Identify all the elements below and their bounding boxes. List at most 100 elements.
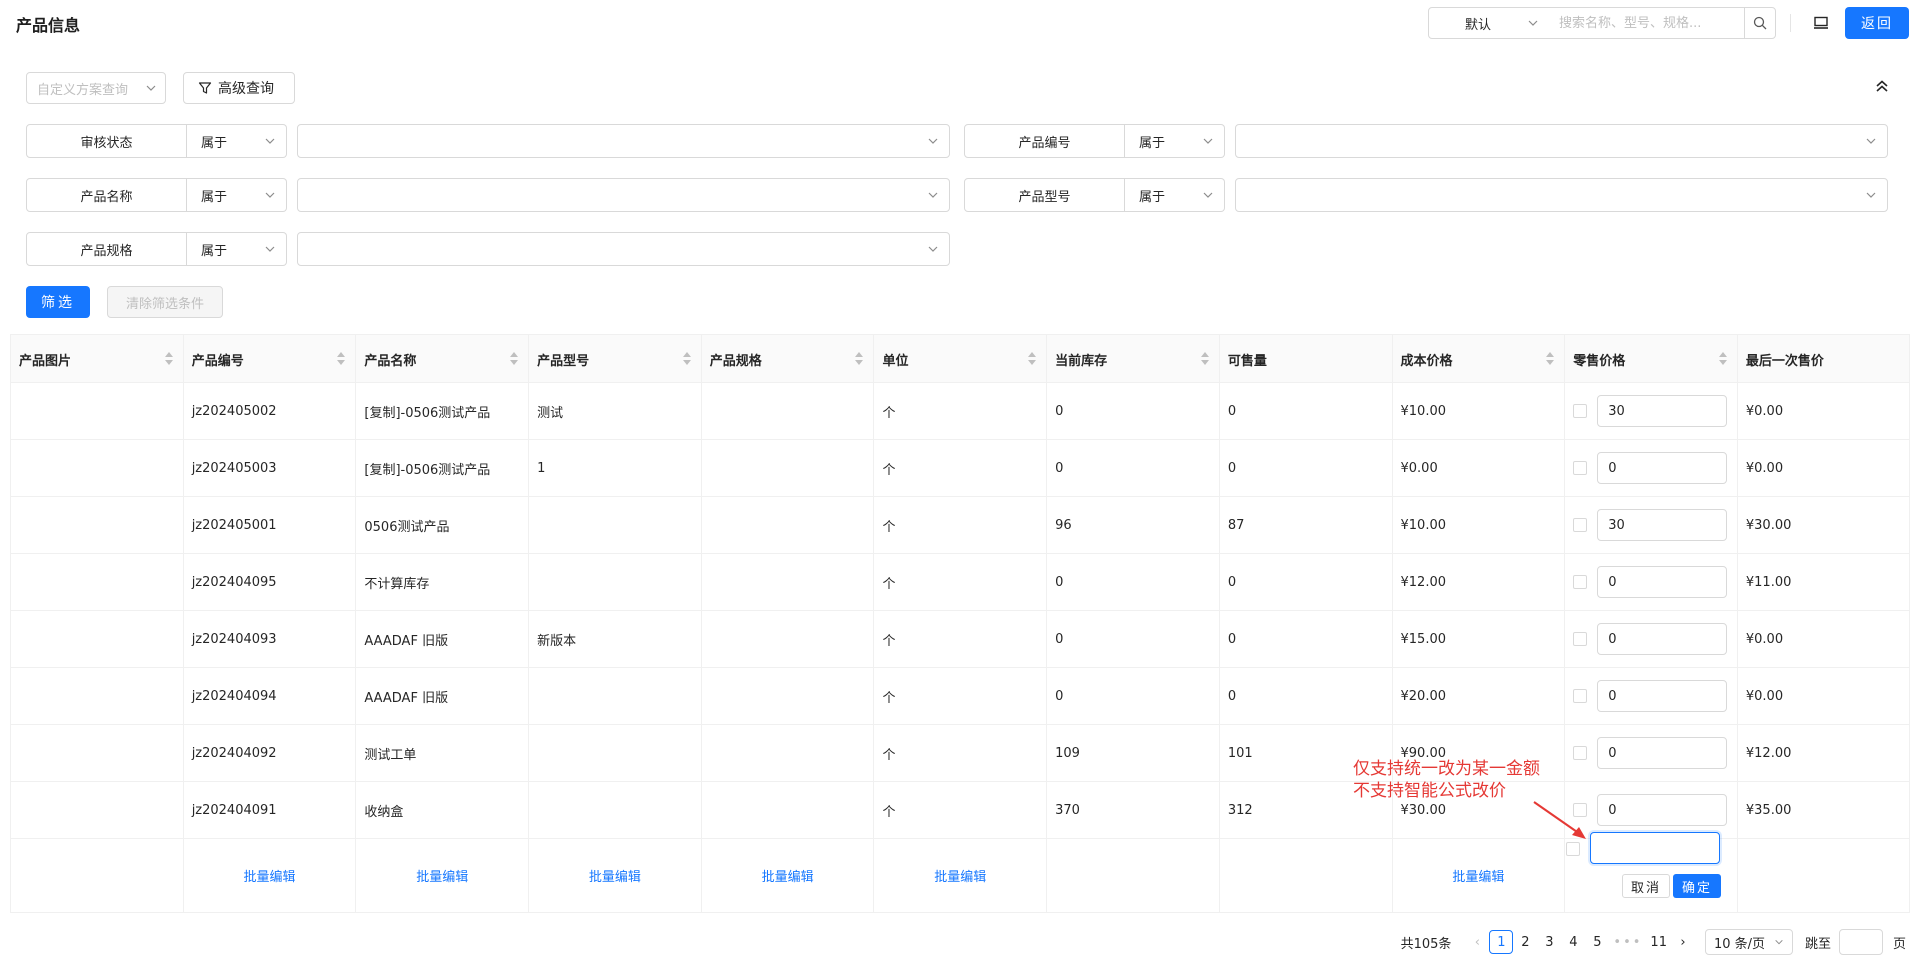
cell-retail	[1565, 611, 1738, 667]
sort-icon[interactable]	[855, 352, 864, 366]
column-header-unit[interactable]: 单位	[874, 335, 1048, 383]
page-item[interactable]: 11	[1646, 930, 1671, 954]
scheme-select[interactable]: 自定义方案查询	[26, 72, 166, 104]
filter-operator-select[interactable]: 属于	[1125, 178, 1225, 212]
retail-price-input[interactable]	[1597, 395, 1728, 427]
retail-price-input[interactable]	[1597, 794, 1728, 826]
back-button[interactable]: 返回	[1845, 7, 1909, 39]
cell-last-price: ¥0.00	[1745, 403, 1784, 419]
view-select[interactable]: 默认	[1428, 7, 1550, 39]
column-header-code[interactable]: 产品编号	[184, 335, 357, 383]
filter-value-select[interactable]	[297, 232, 950, 266]
sort-icon[interactable]	[1546, 352, 1555, 366]
cell-cost: ¥10.00	[1393, 497, 1566, 553]
cell-code: jz202405003	[184, 440, 357, 496]
screen-toggle-button[interactable]	[1810, 12, 1832, 34]
table-row: jz202405001 0506测试产品 个 96 87 ¥10.00 ¥30.…	[11, 497, 1909, 554]
sort-icon[interactable]	[682, 352, 691, 366]
batch-retail-price-input[interactable]	[1590, 832, 1720, 864]
prev-page-icon[interactable]: ‹	[1465, 930, 1489, 954]
table-row: jz202404093 AAADAF 旧版 新版本 个 0 0 ¥15.00 ¥…	[11, 611, 1909, 668]
batch-edit-unit-link[interactable]: 批量编辑	[934, 866, 986, 885]
batch-cell-code: 批量编辑	[184, 839, 357, 912]
search-input[interactable]	[1549, 7, 1745, 39]
filter-operator-value: 属于	[201, 135, 228, 151]
filter-operator-select[interactable]: 属于	[187, 178, 287, 212]
row-checkbox[interactable]	[1573, 518, 1588, 532]
batch-cell-available	[1220, 839, 1393, 912]
sort-icon[interactable]	[1200, 352, 1209, 366]
jump-page-input[interactable]	[1838, 929, 1883, 955]
cell-spec	[702, 440, 875, 496]
clear-filters-button[interactable]: 清除筛选条件	[107, 286, 223, 318]
page-ellipsis[interactable]: •••	[1609, 930, 1646, 954]
sort-icon[interactable]	[164, 352, 173, 366]
page-item[interactable]: 5	[1585, 930, 1609, 954]
cell-model: 新版本	[529, 611, 702, 667]
retail-price-input[interactable]	[1597, 452, 1728, 484]
table-header: 产品图片 产品编号 产品名称 产品型号 产品规格 单位 当前库存 可售量 成本价…	[11, 335, 1909, 383]
next-page-icon[interactable]: ›	[1671, 930, 1695, 954]
sort-icon[interactable]	[510, 352, 519, 366]
sort-icon[interactable]	[1028, 352, 1037, 366]
row-checkbox[interactable]	[1573, 575, 1588, 589]
table-row: jz202405002 [复制]-0506测试产品 测试 个 0 0 ¥10.0…	[11, 383, 1909, 440]
cell-available: 0	[1220, 611, 1393, 667]
page-item[interactable]: 1	[1489, 930, 1514, 954]
row-checkbox[interactable]	[1573, 746, 1588, 760]
filter-value-select[interactable]	[1235, 124, 1888, 158]
filter-value-select[interactable]	[297, 124, 950, 158]
column-header-model[interactable]: 产品型号	[529, 335, 702, 383]
row-checkbox[interactable]	[1573, 632, 1588, 646]
batch-confirm-button[interactable]: 确定	[1673, 874, 1721, 898]
batch-edit-name-link[interactable]: 批量编辑	[416, 866, 468, 885]
page-size-select[interactable]: 10 条/页	[1704, 929, 1793, 955]
batch-cancel-button[interactable]: 取消	[1622, 874, 1670, 898]
double-chevron-up-icon	[1876, 80, 1888, 92]
row-checkbox[interactable]	[1573, 404, 1588, 418]
cell-code: jz202404092	[184, 725, 357, 781]
column-title: 可售量	[1227, 353, 1267, 369]
batch-checkbox[interactable]	[1566, 842, 1580, 856]
filter-operator-select[interactable]: 属于	[187, 124, 287, 158]
retail-price-input[interactable]	[1597, 680, 1728, 712]
filter-operator-value: 属于	[1139, 135, 1166, 151]
row-checkbox[interactable]	[1573, 689, 1588, 703]
column-header-retail[interactable]: 零售价格	[1565, 335, 1738, 383]
page-suffix-label: 页	[1892, 936, 1906, 952]
retail-price-input[interactable]	[1597, 737, 1728, 769]
advanced-query-button[interactable]: 高级查询	[183, 72, 295, 104]
column-header-image[interactable]: 产品图片	[11, 335, 184, 383]
batch-edit-cost-link[interactable]: 批量编辑	[1452, 866, 1504, 885]
chevron-down-icon	[265, 246, 275, 252]
cell-stock: 109	[1047, 725, 1220, 781]
retail-price-input[interactable]	[1597, 509, 1728, 541]
filter-button[interactable]: 筛选	[26, 286, 90, 318]
column-title: 最后一次售价	[1745, 353, 1824, 369]
page-item[interactable]: 4	[1561, 930, 1585, 954]
filter-value-select[interactable]	[297, 178, 950, 212]
collapse-filters-button[interactable]	[1870, 74, 1894, 98]
batch-edit-spec-link[interactable]: 批量编辑	[762, 866, 814, 885]
page-item[interactable]: 3	[1537, 930, 1561, 954]
column-title: 零售价格	[1573, 353, 1626, 369]
sort-icon[interactable]	[1718, 352, 1727, 366]
column-header-cost[interactable]: 成本价格	[1393, 335, 1566, 383]
retail-price-input[interactable]	[1597, 623, 1728, 655]
batch-edit-code-link[interactable]: 批量编辑	[244, 866, 296, 885]
retail-price-input[interactable]	[1597, 566, 1728, 598]
filter-operator-select[interactable]: 属于	[187, 232, 287, 266]
column-header-spec[interactable]: 产品规格	[702, 335, 875, 383]
column-header-stock[interactable]: 当前库存	[1047, 335, 1220, 383]
column-header-name[interactable]: 产品名称	[356, 335, 530, 383]
filter-value-select[interactable]	[1235, 178, 1888, 212]
cell-image	[11, 611, 184, 667]
batch-cell-spec: 批量编辑	[702, 839, 875, 912]
batch-edit-model-link[interactable]: 批量编辑	[589, 866, 641, 885]
sort-icon[interactable]	[337, 352, 346, 366]
cell-last-price: ¥35.00	[1745, 802, 1792, 818]
page-item[interactable]: 2	[1513, 930, 1537, 954]
row-checkbox[interactable]	[1573, 461, 1588, 475]
filter-operator-select[interactable]: 属于	[1125, 124, 1225, 158]
search-button[interactable]	[1744, 7, 1776, 39]
